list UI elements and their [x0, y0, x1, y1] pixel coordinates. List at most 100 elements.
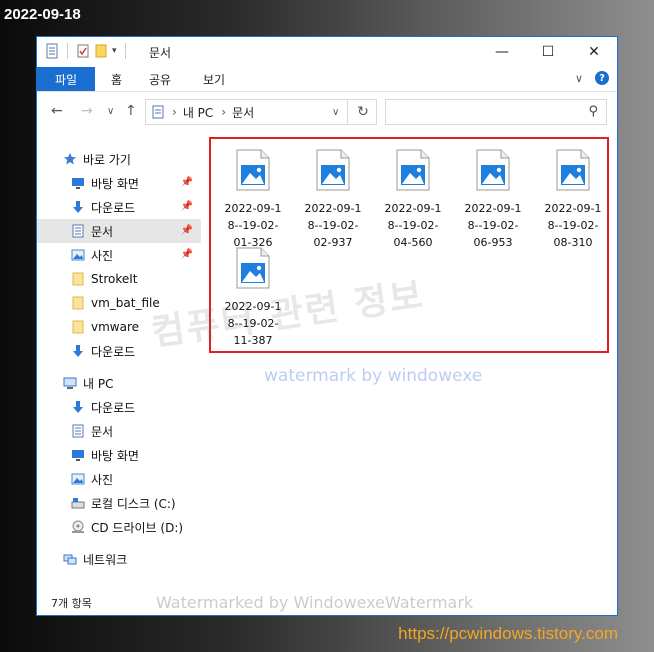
image-file-icon	[396, 149, 430, 191]
image-file-icon	[476, 149, 510, 191]
pin-icon: 📌	[180, 201, 193, 212]
breadcrumb-this-pc[interactable]: 내 PC	[183, 104, 213, 121]
maximize-button[interactable]: ☐	[525, 37, 571, 67]
file-name-line: 2022-09-1	[384, 202, 442, 215]
star-icon	[63, 152, 77, 166]
tab-view[interactable]: 보기	[203, 71, 225, 88]
pin-icon: 📌	[180, 249, 193, 260]
drive-icon	[71, 496, 85, 510]
document-icon	[71, 424, 85, 438]
sidebar-item-label: StrokeIt	[91, 272, 138, 286]
file-item[interactable]: 2022-09-1 8--19-02- 06-953	[455, 143, 531, 251]
desktop-icon	[71, 176, 85, 190]
file-item[interactable]: 2022-09-1 8--19-02- 02-937	[295, 143, 371, 251]
site-link[interactable]: https://pcwindows.tistory.com	[398, 624, 618, 644]
file-name-line: 2022-09-1	[304, 202, 362, 215]
title-bar: ▾ 문서 — ☐ ✕	[37, 37, 617, 67]
picture-icon	[71, 248, 85, 262]
sidebar-item[interactable]: 바탕 화면 📌	[37, 171, 201, 195]
sidebar-item[interactable]: 문서	[37, 419, 201, 443]
sidebar-item-label: 문서	[91, 224, 114, 239]
bottom-watermark: Watermarked by WindowexeWatermark	[156, 593, 474, 612]
sidebar-item[interactable]: CD 드라이브 (D:)	[37, 515, 201, 539]
sidebar-item[interactable]: 바탕 화면	[37, 443, 201, 467]
tab-share[interactable]: 공유	[149, 71, 171, 88]
ribbon-tabs: 파일 홈 공유 보기 ∨ ?	[37, 67, 617, 92]
sidebar-item[interactable]: 로컬 디스크 (C:)	[37, 491, 201, 515]
download-arrow-icon	[71, 400, 85, 414]
toolbar-separator	[124, 43, 126, 59]
file-name-line: 8--19-02-	[387, 219, 439, 232]
sidebar-item-label: 사진	[91, 472, 114, 487]
pin-icon: 📌	[180, 225, 193, 236]
sidebar-item-label: 바탕 화면	[91, 176, 139, 191]
image-file-icon	[316, 149, 350, 191]
forward-arrow-icon[interactable]: →	[81, 103, 93, 119]
address-dropdown-icon[interactable]: ∨	[332, 107, 339, 118]
download-arrow-icon	[71, 200, 85, 214]
file-name-line: 8--19-02-	[307, 219, 359, 232]
file-name-line: 2022-09-1	[544, 202, 602, 215]
file-name-line: 2022-09-1	[464, 202, 522, 215]
sidebar-item[interactable]: 사진	[37, 467, 201, 491]
ribbon-expand-icon[interactable]: ∨	[575, 72, 583, 85]
breadcrumb-documents[interactable]: 문서	[232, 104, 254, 121]
sidebar-item[interactable]: 다운로드 📌	[37, 195, 201, 219]
desktop-icon	[71, 448, 85, 462]
properties-check-icon[interactable]	[76, 43, 90, 59]
up-arrow-icon[interactable]: ↑	[125, 103, 137, 119]
minimize-button[interactable]: —	[479, 37, 525, 67]
address-input[interactable]: › 내 PC › 문서 ∨	[145, 99, 377, 125]
folder-icon	[71, 272, 85, 286]
file-name-line: 2022-09-1	[224, 202, 282, 215]
new-folder-icon[interactable]	[94, 43, 108, 59]
sidebar-item-label: vmware	[91, 320, 140, 334]
image-file-icon	[236, 149, 270, 191]
document-icon[interactable]	[45, 43, 59, 59]
tab-home[interactable]: 홈	[111, 71, 122, 88]
date-label: 2022-09-18	[4, 6, 81, 23]
document-icon	[152, 105, 164, 119]
sidebar-item[interactable]: 바로 가기	[37, 147, 201, 171]
help-icon[interactable]: ?	[595, 71, 609, 85]
download-arrow-icon	[71, 344, 85, 358]
document-icon	[71, 224, 85, 238]
item-count: 7개 항목	[51, 597, 92, 610]
sidebar-item-label: 문서	[91, 424, 114, 439]
sidebar-item[interactable]: 다운로드	[37, 395, 201, 419]
refresh-icon[interactable]: ↻	[347, 99, 378, 125]
sidebar-item-label: 사진	[91, 248, 114, 263]
file-name-line: 8--19-02-	[227, 219, 279, 232]
sidebar-item[interactable]: 네트워크	[37, 547, 201, 571]
recent-locations-chevron-icon[interactable]: ∨	[107, 106, 114, 117]
close-button[interactable]: ✕	[571, 37, 617, 67]
sidebar-item-label: 내 PC	[83, 376, 114, 391]
file-item[interactable]: 2022-09-1 8--19-02- 04-560	[375, 143, 451, 251]
back-arrow-icon[interactable]: ←	[51, 103, 63, 119]
blue-watermark: watermark by windowexe	[264, 366, 483, 386]
toolbar-separator	[67, 43, 68, 59]
sidebar-item-label: 다운로드	[91, 400, 136, 415]
sidebar-item-label: 바탕 화면	[91, 448, 139, 463]
folder-icon	[71, 296, 85, 310]
search-input[interactable]: ⚲	[385, 99, 607, 125]
file-name-line: 08-310	[553, 236, 593, 249]
file-item[interactable]: 2022-09-1 8--19-02- 01-326	[215, 143, 291, 251]
qat-dropdown-icon[interactable]: ▾	[112, 46, 117, 56]
tab-file[interactable]: 파일	[37, 67, 95, 91]
sidebar-item-label: CD 드라이브 (D:)	[91, 520, 184, 535]
sidebar-item[interactable]: StrokeIt	[37, 267, 201, 291]
file-name-line: 8--19-02-	[547, 219, 599, 232]
breadcrumb-separator-icon: ›	[172, 105, 177, 119]
search-icon: ⚲	[588, 104, 598, 119]
sidebar-item[interactable]: 사진 📌	[37, 243, 201, 267]
file-item[interactable]: 2022-09-1 8--19-02- 08-310	[535, 143, 611, 251]
sidebar-item[interactable]: 내 PC	[37, 371, 201, 395]
quick-access-toolbar: ▾	[45, 43, 130, 59]
sidebar-item-label: 다운로드	[91, 200, 136, 215]
file-name-line: 04-560	[393, 236, 433, 249]
pin-icon: 📌	[180, 177, 193, 188]
sidebar-item[interactable]: 문서 📌	[37, 219, 201, 243]
cd-drive-icon	[71, 520, 85, 534]
sidebar-item-label: 네트워크	[83, 552, 128, 567]
